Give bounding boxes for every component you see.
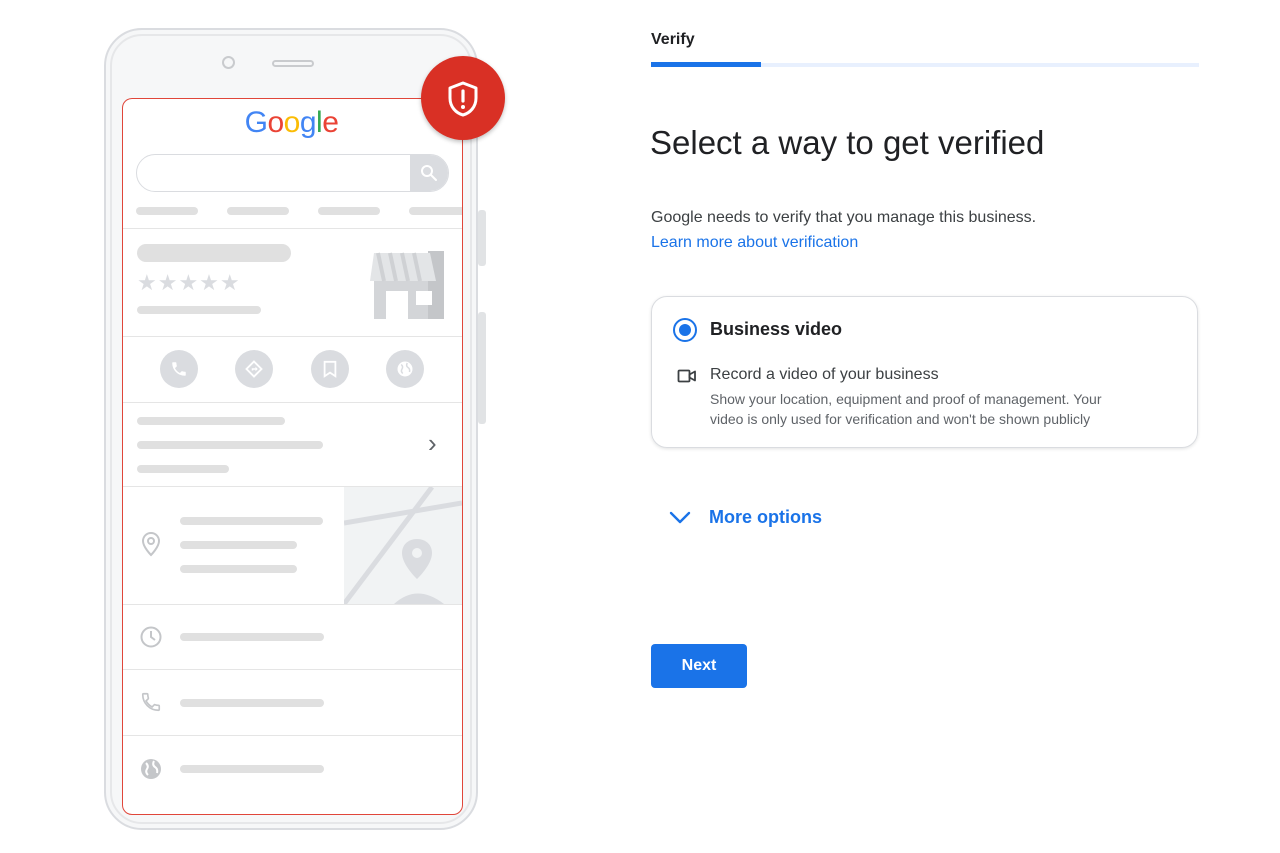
divider bbox=[123, 669, 462, 670]
search-icon bbox=[421, 165, 437, 181]
learn-more-link[interactable]: Learn more about verification bbox=[651, 234, 858, 252]
mock-search-bar bbox=[136, 154, 449, 192]
placeholder-text bbox=[180, 517, 323, 525]
globe-icon bbox=[141, 759, 161, 779]
more-options-label: More options bbox=[709, 506, 822, 527]
divider bbox=[123, 604, 462, 605]
map-icon bbox=[344, 487, 462, 604]
step-label: Verify bbox=[651, 31, 695, 48]
progress-bar bbox=[651, 62, 761, 67]
logo-letter: G bbox=[244, 106, 268, 139]
phone-side-button bbox=[478, 312, 486, 424]
placeholder-tab bbox=[318, 207, 380, 215]
placeholder-tab bbox=[409, 207, 462, 215]
phone-icon bbox=[172, 362, 186, 376]
divider bbox=[123, 735, 462, 736]
phone-speaker bbox=[272, 60, 314, 67]
rating-stars: ★★★★★ bbox=[137, 270, 241, 295]
phone-camera bbox=[222, 56, 235, 69]
chevron-right-icon: › bbox=[428, 428, 437, 458]
logo-letter: o bbox=[283, 106, 301, 139]
option-help-line: video is only used for verification and … bbox=[710, 411, 1091, 427]
page-title: Select a way to get verified bbox=[650, 124, 1045, 161]
shield-alert-icon bbox=[448, 81, 478, 117]
logo-letter: o bbox=[267, 106, 284, 139]
logo-letter: g bbox=[299, 106, 317, 139]
next-button[interactable]: Next bbox=[651, 644, 747, 688]
page-description: Google needs to verify that you manage t… bbox=[651, 209, 1037, 226]
videocam-icon bbox=[677, 369, 696, 383]
logo-letter: e bbox=[322, 106, 339, 139]
placeholder-text bbox=[137, 465, 229, 473]
option-help-line: Show your location, equipment and proof … bbox=[710, 391, 1102, 407]
phone-screen bbox=[122, 98, 463, 815]
option-subtitle: Record a video of your business bbox=[710, 366, 939, 383]
placeholder-text bbox=[180, 699, 324, 707]
more-options-toggle[interactable]: More options bbox=[668, 503, 822, 531]
option-title: Business video bbox=[710, 319, 843, 339]
placeholder-text bbox=[180, 633, 324, 641]
divider bbox=[123, 402, 462, 403]
phone-side-button bbox=[478, 210, 486, 266]
globe-icon bbox=[397, 361, 413, 377]
bookmark-icon bbox=[323, 360, 337, 378]
placeholder-tab bbox=[227, 207, 289, 215]
placeholder-text bbox=[180, 541, 297, 549]
business-video-radio[interactable] bbox=[673, 318, 697, 342]
location-pin-icon bbox=[141, 531, 161, 557]
divider bbox=[123, 228, 462, 229]
directions-icon bbox=[245, 360, 263, 378]
placeholder-text bbox=[137, 441, 323, 449]
placeholder-text bbox=[180, 765, 324, 773]
placeholder-tab bbox=[136, 207, 198, 215]
placeholder-text bbox=[180, 565, 297, 573]
placeholder-business-name bbox=[137, 244, 291, 262]
placeholder-text bbox=[137, 306, 261, 314]
placeholder-text bbox=[137, 417, 285, 425]
option-help-text: Show your location, equipment and proof … bbox=[710, 389, 1160, 429]
clock-icon bbox=[140, 626, 162, 648]
chevron-down-icon bbox=[669, 511, 691, 524]
storefront-icon bbox=[370, 251, 444, 319]
phone-icon bbox=[141, 692, 161, 712]
divider bbox=[123, 336, 462, 337]
